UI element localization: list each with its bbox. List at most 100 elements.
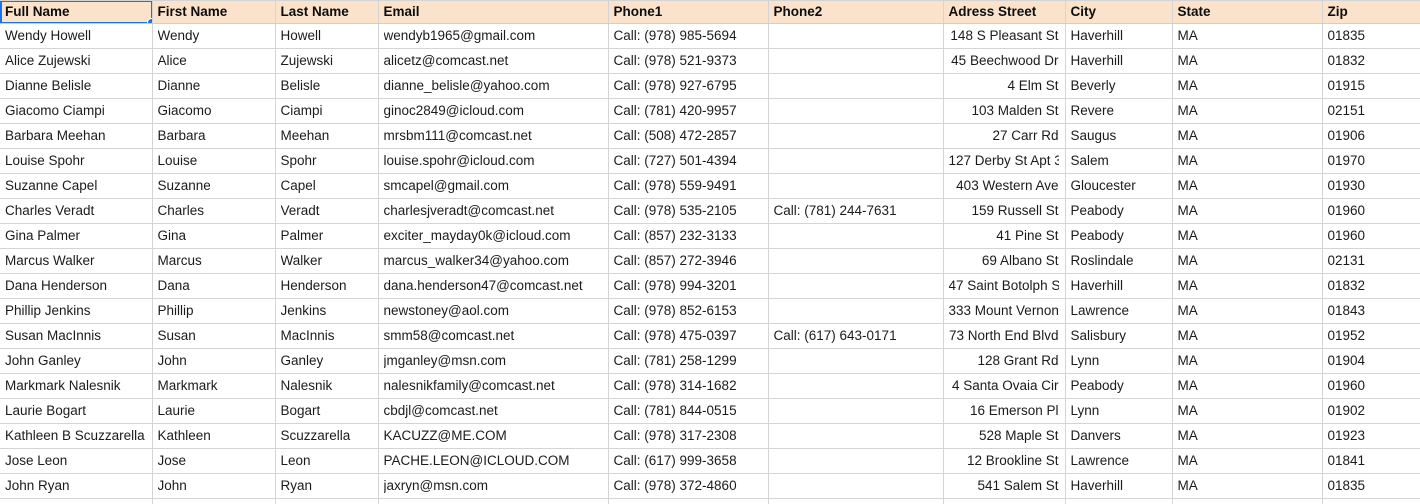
cell-phone1[interactable]: Call: (978) 521-9373 bbox=[608, 48, 769, 74]
cell-email[interactable]: KACUZZ@ME.COM bbox=[378, 423, 609, 449]
cell-last_name[interactable]: Spohr bbox=[275, 148, 379, 174]
cell-phone2[interactable] bbox=[768, 173, 944, 199]
cell-email[interactable]: smm58@comcast.net bbox=[378, 323, 609, 349]
cell-street[interactable]: 47 Saint Botolph St bbox=[943, 273, 1066, 299]
cell-full_name[interactable]: Marcus Walker bbox=[0, 248, 153, 274]
cell-street[interactable]: 528 Maple St bbox=[943, 423, 1066, 449]
cell-zip[interactable]: 01832 bbox=[1322, 273, 1420, 299]
cell-city[interactable]: Peabody bbox=[1065, 373, 1173, 399]
cell-zip[interactable]: 01960 bbox=[1322, 223, 1420, 249]
cell-last_name[interactable]: Meehan bbox=[275, 123, 379, 149]
cell-phone1[interactable]: Call: (978) 559-9491 bbox=[608, 173, 769, 199]
cell-email[interactable]: dianne_belisle@yahoo.com bbox=[378, 73, 609, 99]
cell-full_name[interactable]: Suzanne Capel bbox=[0, 173, 153, 199]
cell-city[interactable]: Peabody bbox=[1065, 498, 1173, 504]
cell-city[interactable]: Revere bbox=[1065, 98, 1173, 124]
cell-first_name[interactable]: Marcus bbox=[152, 248, 276, 274]
cell-zip[interactable]: 01960 bbox=[1322, 198, 1420, 224]
cell-state[interactable]: MA bbox=[1172, 48, 1323, 74]
column-header-street[interactable]: Adress Street bbox=[943, 0, 1066, 24]
cell-phone1[interactable]: Call: (978) 317-2308 bbox=[608, 423, 769, 449]
cell-last_name[interactable]: Palmer bbox=[275, 223, 379, 249]
cell-street[interactable]: 41 Pine St bbox=[943, 223, 1066, 249]
cell-city[interactable]: Lynn bbox=[1065, 348, 1173, 374]
cell-phone1[interactable]: Call: (781) 258-1299 bbox=[608, 348, 769, 374]
cell-street[interactable]: 27 Carr Rd bbox=[943, 123, 1066, 149]
cell-street[interactable]: 45 Beechwood Dr bbox=[943, 48, 1066, 74]
cell-full_name[interactable]: John Ryan bbox=[0, 473, 153, 499]
cell-street[interactable]: 4 Elm St bbox=[943, 73, 1066, 99]
cell-state[interactable]: MA bbox=[1172, 373, 1323, 399]
column-header-phone1[interactable]: Phone1 bbox=[608, 0, 769, 24]
cell-email[interactable]: jmganley@msn.com bbox=[378, 348, 609, 374]
cell-phone2[interactable]: Call: (781) 244-7631 bbox=[768, 198, 944, 224]
cell-city[interactable]: Haverhill bbox=[1065, 48, 1173, 74]
cell-full_name[interactable]: Kathleen B Scuzzarella bbox=[0, 423, 153, 449]
cell-last_name[interactable]: Forziati bbox=[275, 498, 379, 504]
cell-full_name[interactable]: Louise Spohr bbox=[0, 148, 153, 174]
cell-phone1[interactable]: Call: (781) 420-9957 bbox=[608, 98, 769, 124]
cell-city[interactable]: Haverhill bbox=[1065, 473, 1173, 499]
cell-full_name[interactable]: Markmark Nalesnik bbox=[0, 373, 153, 399]
cell-first_name[interactable]: Markmark bbox=[152, 373, 276, 399]
cell-email[interactable]: dana.henderson47@comcast.net bbox=[378, 273, 609, 299]
cell-zip[interactable]: 01835 bbox=[1322, 473, 1420, 499]
cell-state[interactable]: MA bbox=[1172, 73, 1323, 99]
cell-phone2[interactable] bbox=[768, 48, 944, 74]
cell-phone1[interactable]: Call: (781) 844-0515 bbox=[608, 398, 769, 424]
cell-full_name[interactable]: John Ganley bbox=[0, 348, 153, 374]
cell-city[interactable]: Lawrence bbox=[1065, 448, 1173, 474]
cell-phone2[interactable] bbox=[768, 473, 944, 499]
cell-zip[interactable]: 01960 bbox=[1322, 373, 1420, 399]
cell-state[interactable]: MA bbox=[1172, 98, 1323, 124]
cell-zip[interactable]: 01906 bbox=[1322, 123, 1420, 149]
column-header-state[interactable]: State bbox=[1172, 0, 1323, 24]
cell-last_name[interactable]: Leon bbox=[275, 448, 379, 474]
cell-zip[interactable]: 01835 bbox=[1322, 23, 1420, 49]
cell-last_name[interactable]: Ciampi bbox=[275, 98, 379, 124]
column-header-full_name[interactable]: Full Name bbox=[0, 0, 153, 24]
column-header-first_name[interactable]: First Name bbox=[152, 0, 276, 24]
cell-zip[interactable]: 01923 bbox=[1322, 423, 1420, 449]
cell-full_name[interactable]: Laurie Bogart bbox=[0, 398, 153, 424]
cell-phone2[interactable] bbox=[768, 223, 944, 249]
cell-email[interactable]: moet1234@aol.com bbox=[378, 498, 609, 504]
cell-last_name[interactable]: Veradt bbox=[275, 198, 379, 224]
cell-phone2[interactable] bbox=[768, 98, 944, 124]
cell-phone1[interactable]: Call: (857) 272-3946 bbox=[608, 248, 769, 274]
cell-city[interactable]: Beverly bbox=[1065, 73, 1173, 99]
cell-street[interactable]: 12 Brookline St bbox=[943, 448, 1066, 474]
cell-phone2[interactable] bbox=[768, 73, 944, 99]
cell-city[interactable]: Peabody bbox=[1065, 223, 1173, 249]
cell-first_name[interactable]: Wendy bbox=[152, 23, 276, 49]
cell-email[interactable]: exciter_mayday0k@icloud.com bbox=[378, 223, 609, 249]
cell-last_name[interactable]: Walker bbox=[275, 248, 379, 274]
cell-first_name[interactable]: Eileen bbox=[152, 498, 276, 504]
cell-street[interactable]: 148 S Pleasant St bbox=[943, 23, 1066, 49]
cell-full_name[interactable]: Phillip Jenkins bbox=[0, 298, 153, 324]
cell-phone1[interactable]: Call: (508) 472-2857 bbox=[608, 123, 769, 149]
cell-email[interactable]: marcus_walker34@yahoo.com bbox=[378, 248, 609, 274]
cell-first_name[interactable]: John bbox=[152, 348, 276, 374]
cell-street[interactable]: 403 Western Ave bbox=[943, 173, 1066, 199]
cell-first_name[interactable]: Dianne bbox=[152, 73, 276, 99]
cell-street[interactable]: 103 Malden St bbox=[943, 98, 1066, 124]
cell-city[interactable]: Haverhill bbox=[1065, 23, 1173, 49]
cell-zip[interactable]: 01960 bbox=[1322, 498, 1420, 504]
cell-street[interactable]: 73 North End Blvd bbox=[943, 323, 1066, 349]
cell-last_name[interactable]: Scuzzarella bbox=[275, 423, 379, 449]
cell-street[interactable]: 128 Grant Rd bbox=[943, 348, 1066, 374]
cell-phone1[interactable]: Call: (978) 314-1682 bbox=[608, 373, 769, 399]
cell-first_name[interactable]: John bbox=[152, 473, 276, 499]
cell-phone1[interactable]: Call: (978) 927-6795 bbox=[608, 73, 769, 99]
cell-email[interactable]: smcapel@gmail.com bbox=[378, 173, 609, 199]
cell-last_name[interactable]: Ganley bbox=[275, 348, 379, 374]
cell-phone1[interactable]: Call: (857) 232-3133 bbox=[608, 223, 769, 249]
cell-phone1[interactable]: Call: (978) 475-0397 bbox=[608, 323, 769, 349]
cell-last_name[interactable]: Belisle bbox=[275, 73, 379, 99]
cell-full_name[interactable]: Charles Veradt bbox=[0, 198, 153, 224]
cell-state[interactable]: MA bbox=[1172, 23, 1323, 49]
cell-state[interactable]: MA bbox=[1172, 348, 1323, 374]
cell-street[interactable]: 127 Derby St Apt 3 bbox=[943, 148, 1066, 174]
cell-first_name[interactable]: Laurie bbox=[152, 398, 276, 424]
